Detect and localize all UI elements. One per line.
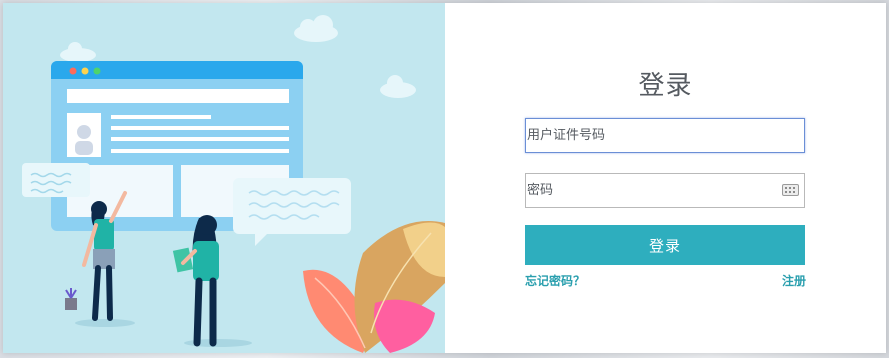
chat-bubble-left — [22, 163, 90, 197]
login-title: 登录 — [638, 71, 693, 101]
login-button[interactable]: 登录 — [525, 225, 805, 265]
forgot-password-link[interactable]: 忘记密码？ — [525, 272, 585, 289]
password-input[interactable] — [525, 173, 805, 208]
login-card: 登录 登录 忘记密码？ 注册 — [3, 3, 886, 353]
register-link[interactable]: 注册 — [782, 272, 806, 289]
login-form: 登录 登录 忘记密码？ 注册 — [445, 3, 886, 353]
keyboard-icon[interactable] — [782, 184, 799, 196]
plant-pot-graphic — [65, 288, 77, 310]
leaves-decoration — [303, 221, 445, 353]
login-illustration — [3, 3, 445, 353]
person-figure-right — [172, 215, 219, 347]
username-input[interactable] — [525, 118, 805, 153]
chat-bubble-right — [233, 178, 351, 246]
